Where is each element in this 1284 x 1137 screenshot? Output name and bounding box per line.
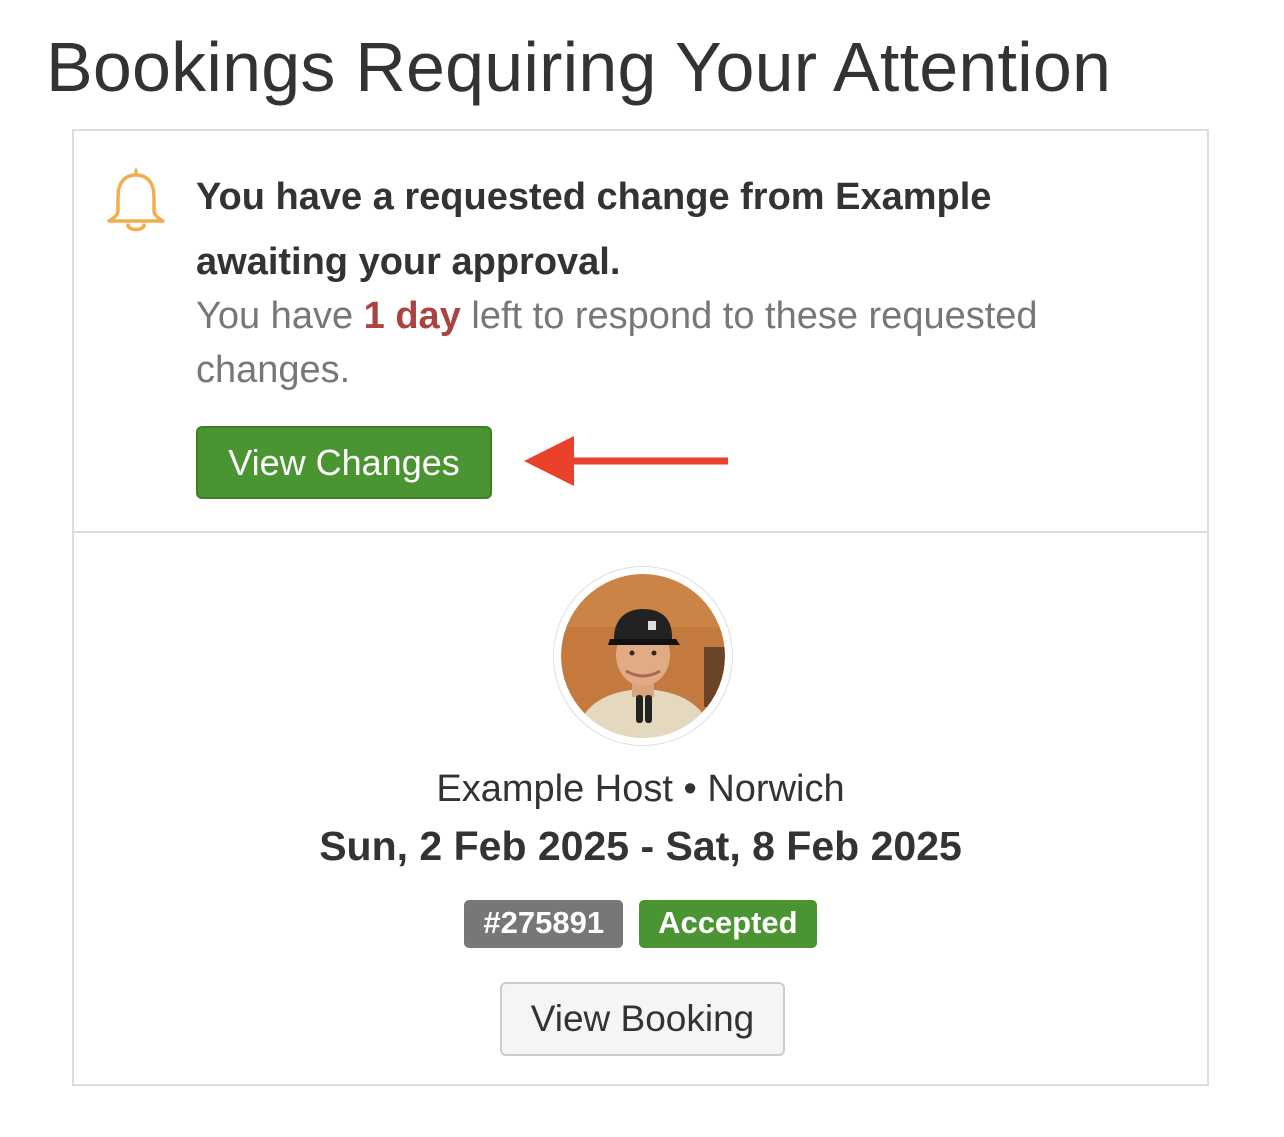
booking-dates: Sun, 2 Feb 2025 - Sat, 8 Feb 2025 — [319, 823, 962, 869]
alert-body-prefix: You have — [196, 295, 364, 337]
change-request-alert: You have a requested change from Example… — [74, 131, 1207, 533]
host-name: Example Host — [436, 768, 673, 810]
avatar — [554, 567, 732, 745]
arrow-left-icon — [524, 436, 728, 486]
alert-body: You have 1 day left to respond to these … — [196, 289, 1176, 397]
bell-icon — [107, 168, 165, 232]
separator: • — [683, 768, 697, 810]
host-location: Example Host • Norwich — [74, 763, 1207, 815]
badge-row: #275891 Accepted — [74, 900, 1207, 948]
location: Norwich — [707, 768, 845, 810]
status-badge: Accepted — [639, 900, 817, 948]
booking-card: You have a requested change from Example… — [72, 129, 1209, 1086]
view-booking-button[interactable]: View Booking — [500, 982, 785, 1056]
days-left: 1 day — [363, 295, 461, 337]
alert-heading: You have a requested change from Example… — [196, 176, 992, 283]
booking-summary: Example Host • Norwich Sun, 2 Feb 2025 -… — [74, 533, 1207, 1086]
booking-reference-badge: #275891 — [464, 900, 624, 948]
page-title: Bookings Requiring Your Attention — [46, 28, 1112, 106]
view-changes-button[interactable]: View Changes — [196, 426, 492, 499]
